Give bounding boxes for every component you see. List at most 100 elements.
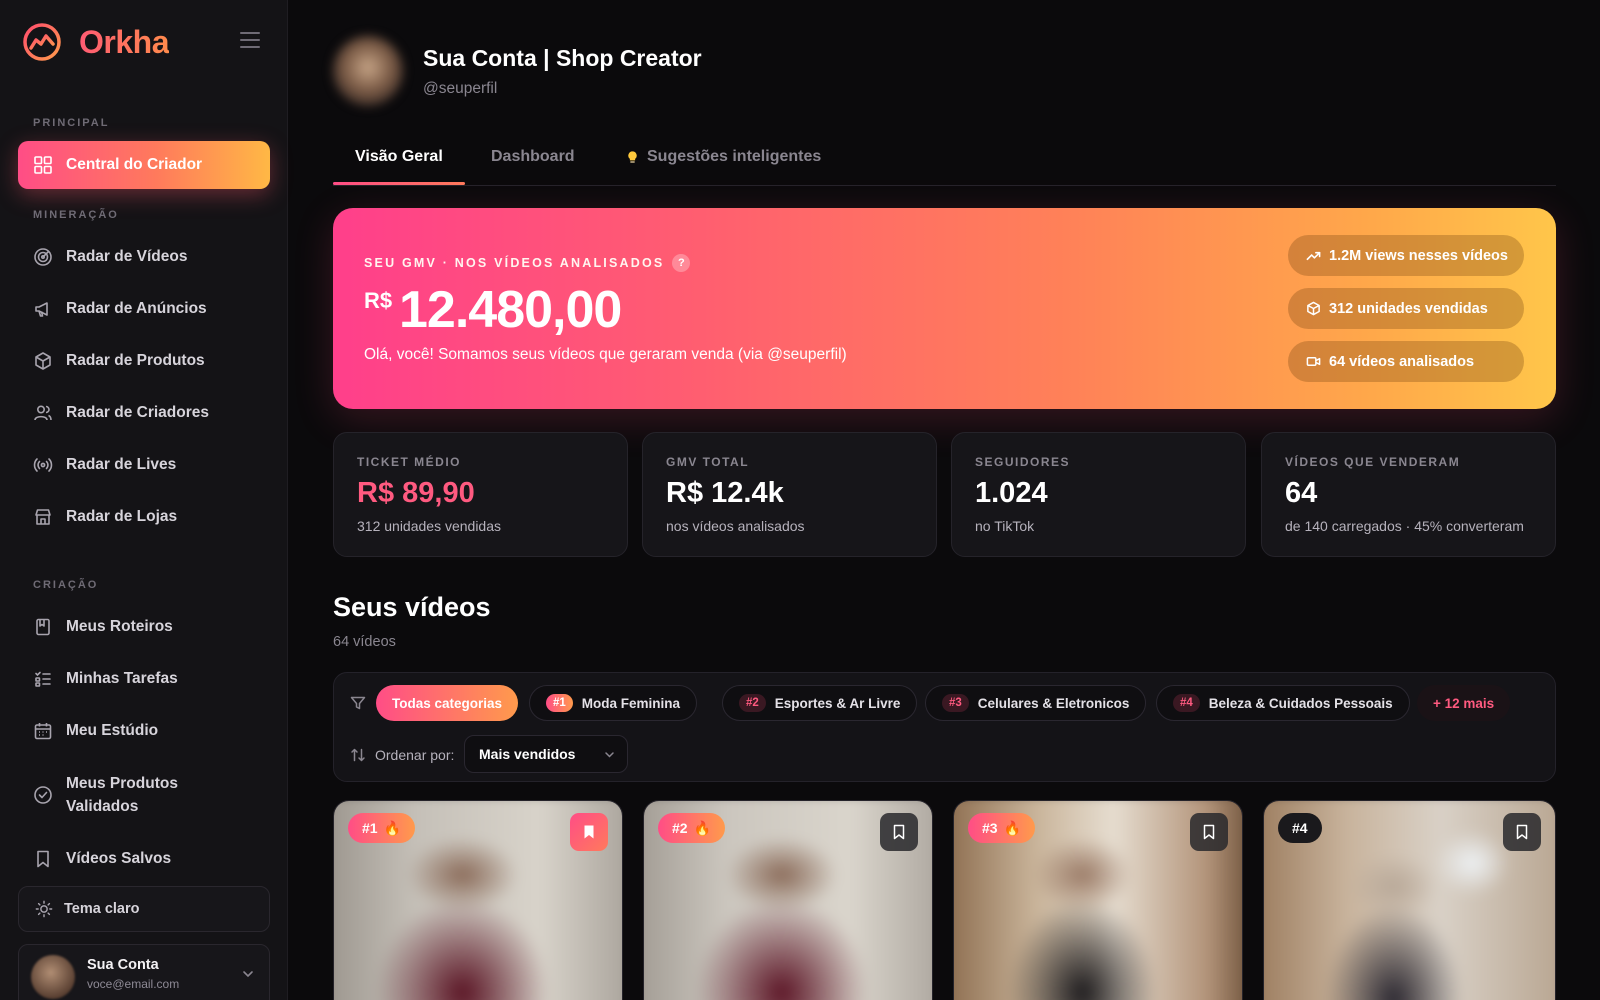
chip-label: Moda Feminina — [581, 695, 681, 711]
filter-chip-celulares[interactable]: #3 Celulares & Eletronicos — [925, 685, 1147, 721]
video-icon — [1306, 357, 1321, 366]
sun-icon — [35, 900, 53, 918]
theme-toggle-button[interactable]: Tema claro — [18, 886, 270, 932]
hero-subtitle: Olá, você! Somamos seus vídeos que gerar… — [364, 346, 847, 363]
sidebar-item-radar-de-criadores[interactable]: Radar de Criadores — [18, 389, 270, 437]
units-pill: 312 unidades vendidas — [1288, 288, 1524, 329]
sidebar-item-central-do-criador[interactable]: Central do Criador — [18, 141, 270, 189]
checklist-icon — [35, 671, 51, 687]
video-card[interactable]: #1 🔥 — [333, 800, 623, 1000]
sort-label: Ordenar por: — [375, 747, 455, 763]
stat-label: TICKET MÉDIO — [357, 455, 461, 469]
tab-dashboard[interactable]: Dashboard — [491, 148, 575, 166]
bookmark-button[interactable] — [1503, 813, 1541, 851]
pill-label: 64 vídeos analisados — [1329, 353, 1475, 370]
check-circle-icon — [34, 786, 52, 804]
sidebar-item-label: Vídeos Salvos — [66, 850, 172, 867]
sidebar-item-meus-roteiros[interactable]: Meus Roteiros — [18, 603, 270, 651]
sidebar-item-label: Central do Criador — [66, 156, 203, 173]
sidebar-item-radar-de-lojas[interactable]: Radar de Lojas — [18, 493, 270, 541]
chip-label: Beleza & Cuidados Pessoais — [1208, 695, 1393, 711]
hero-currency: R$ — [364, 288, 393, 313]
filter-chip-todas[interactable]: Todas categorias — [376, 685, 519, 721]
profile-avatar — [333, 36, 403, 106]
stat-value: 64 — [1285, 477, 1318, 509]
pill-label: 312 unidades vendidas — [1329, 300, 1488, 317]
sidebar-item-radar-de-produtos[interactable]: Radar de Produtos — [18, 337, 270, 385]
bookmark-icon — [584, 825, 594, 839]
more-categories-chip[interactable]: + 12 mais — [1417, 685, 1511, 721]
filter-chip-moda-feminina[interactable]: #1 Moda Feminina — [529, 685, 698, 721]
stat-sub: nos vídeos analisados — [666, 518, 805, 534]
stat-card-ticket-medio: TICKET MÉDIO R$ 89,90 312 unidades vendi… — [333, 432, 628, 557]
sidebar-item-label: Radar de Lojas — [66, 508, 178, 525]
tab-label: Sugestões inteligentes — [647, 148, 822, 165]
bookmark-button[interactable] — [1190, 813, 1228, 851]
radar-icon — [34, 248, 52, 266]
sidebar-item-label: Radar de Anúncios — [66, 300, 207, 317]
bookmark-button[interactable] — [570, 813, 608, 851]
tab-sugestoes-inteligentes[interactable]: Sugestões inteligentes — [625, 148, 821, 166]
video-card[interactable]: #4 — [1263, 800, 1556, 1000]
tab-visao-geral[interactable]: Visão Geral — [355, 148, 443, 166]
stat-value: R$ 89,90 — [357, 477, 475, 509]
bookmark-button[interactable] — [880, 813, 918, 851]
stat-sub: 312 unidades vendidas — [357, 518, 502, 534]
bookmark-icon — [893, 824, 905, 840]
sidebar-item-label: Meus Roteiros — [66, 618, 173, 635]
video-card[interactable]: #3 🔥 — [953, 800, 1243, 1000]
avatar — [31, 955, 75, 999]
section-title: Seus vídeos — [333, 592, 491, 622]
bookmark-icon — [1203, 824, 1215, 840]
profile-handle: @seuperfil — [423, 80, 498, 97]
calendar-icon — [34, 723, 52, 740]
broadcast-icon — [33, 458, 53, 472]
filter-chip-esportes[interactable]: #2 Esportes & Ar Livre — [722, 685, 918, 721]
hero-kicker-text: SEU GMV · NOS VÍDEOS ANALISADOS — [364, 256, 665, 270]
lightbulb-icon — [628, 150, 637, 163]
filter-icon[interactable] — [350, 695, 366, 711]
bookmark-icon — [1516, 824, 1528, 840]
sidebar-item-radar-de-videos[interactable]: Radar de Vídeos — [18, 233, 270, 281]
book-icon — [36, 618, 50, 636]
account-name: Sua Conta — [87, 957, 159, 973]
chip-label: Esportes & Ar Livre — [774, 695, 901, 711]
chevron-down-icon[interactable] — [241, 967, 255, 981]
sidebar-item-label: Radar de Lives — [66, 456, 177, 473]
stat-label: SEGUIDORES — [975, 455, 1071, 469]
sort-select[interactable]: Mais vendidos — [464, 735, 628, 773]
video-rank-badge: #2 🔥 — [658, 813, 726, 843]
sidebar-item-radar-de-lives[interactable]: Radar de Lives — [18, 441, 270, 489]
filter-chip-beleza[interactable]: #4 Beleza & Cuidados Pessoais — [1156, 685, 1410, 721]
sidebar-item-meus-produtos-validados[interactable]: Meus Produtos Validados — [18, 765, 270, 825]
account-menu[interactable]: Sua Conta voce@email.com — [18, 944, 270, 1000]
video-rank-badge: #3 🔥 — [968, 813, 1036, 843]
sidebar: Orkha PRINCIPAL Central do Criador MINER… — [0, 0, 288, 1000]
help-icon[interactable]: ? — [672, 254, 691, 272]
orkha-logo-icon — [23, 23, 61, 61]
stat-value: 1.024 — [975, 477, 1048, 509]
brand[interactable]: Orkha — [22, 22, 169, 62]
bookmark-icon — [37, 850, 49, 868]
grid-icon — [34, 156, 52, 174]
stat-sub: de 140 carregados · 45% converteram — [1285, 518, 1524, 534]
chip-rank: #4 — [1173, 694, 1200, 712]
pill-label: 1.2M views nesses vídeos — [1329, 247, 1508, 264]
sidebar-item-label: Meu Estúdio — [66, 722, 159, 739]
sidebar-item-meu-estudio[interactable]: Meu Estúdio — [18, 707, 270, 755]
sidebar-item-radar-de-anuncios[interactable]: Radar de Anúncios — [18, 285, 270, 333]
chip-rank: #2 — [739, 694, 766, 712]
stat-card-gmv-total: GMV TOTAL R$ 12.4k nos vídeos analisados — [642, 432, 937, 557]
hamburger-menu-icon[interactable] — [240, 32, 260, 50]
section-label-principal: PRINCIPAL — [33, 117, 110, 129]
video-count: 64 vídeos — [333, 634, 396, 650]
video-card[interactable]: #2 🔥 — [643, 800, 933, 1000]
box-icon — [1307, 301, 1320, 316]
sidebar-item-minhas-tarefas[interactable]: Minhas Tarefas — [18, 655, 270, 703]
section-label-criacao: CRIAÇÃO — [33, 579, 99, 591]
sidebar-item-videos-salvos[interactable]: Vídeos Salvos — [18, 835, 270, 883]
sidebar-item-label: Radar de Produtos — [66, 352, 205, 369]
active-tab-indicator — [333, 182, 465, 185]
tab-bar: Visão Geral Dashboard Sugestões intelige… — [333, 140, 1556, 186]
filter-panel: Todas categorias #1 Moda Feminina #2 Esp… — [333, 672, 1556, 782]
